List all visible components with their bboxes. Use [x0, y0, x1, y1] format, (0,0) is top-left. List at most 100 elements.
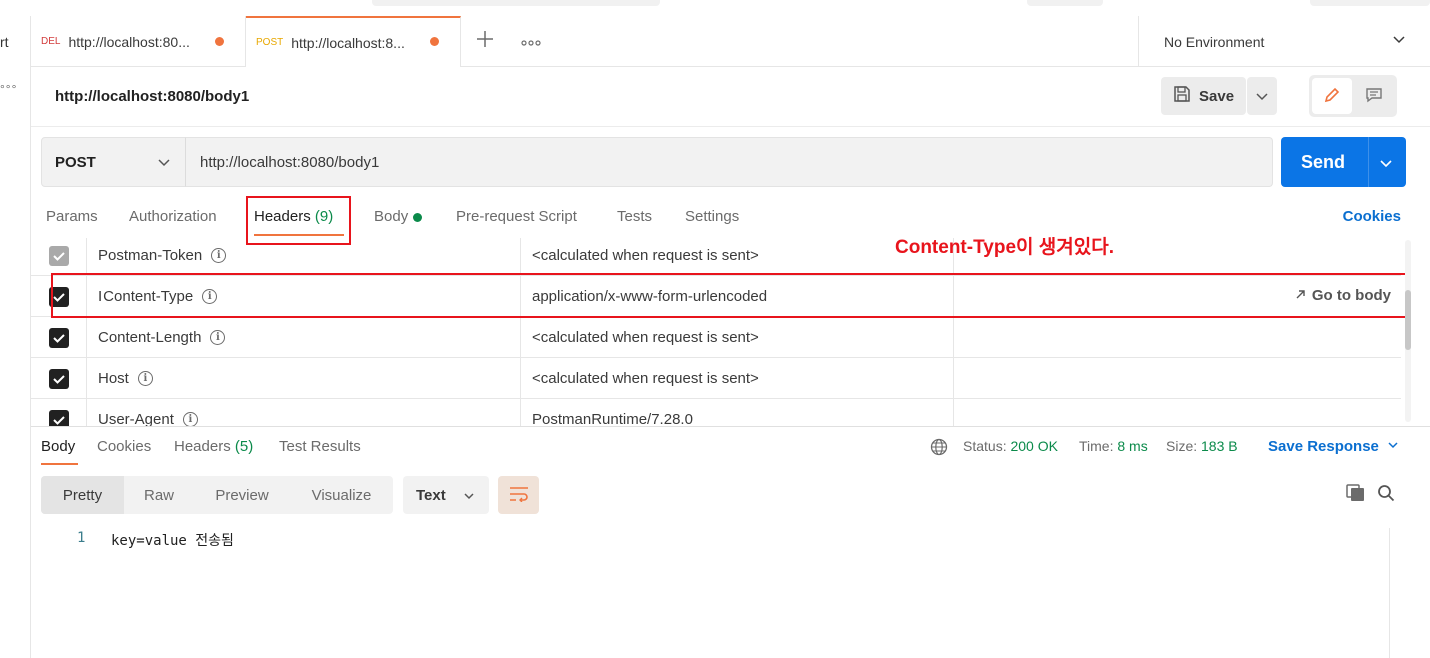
environment-selector[interactable]: No Environment [1138, 16, 1430, 67]
tab-delete-request[interactable]: DEL http://localhost:80... [31, 16, 246, 67]
response-tab-test-results[interactable]: Test Results [279, 438, 361, 455]
table-row: Content-Length i <calculated when request… [31, 317, 1401, 358]
method-select[interactable]: POST [41, 137, 186, 187]
chevron-down-icon [157, 155, 171, 173]
format-raw[interactable]: Raw [124, 476, 194, 514]
table-row: Postman-Token i <calculated when request … [31, 238, 1401, 276]
checkbox[interactable] [48, 409, 69, 426]
tab-method-label: DEL [41, 36, 61, 47]
headers-scrollbar[interactable] [1405, 240, 1411, 422]
more-dots-icon[interactable]: °°° [0, 82, 17, 96]
table-row: User-Agent i PostmanRuntime/7.28.0 [31, 399, 1401, 426]
save-response-button[interactable]: Save Response [1268, 438, 1399, 455]
copy-icon[interactable] [1346, 484, 1366, 505]
sidebar: rt °°° [0, 16, 31, 658]
scrollbar-thumb[interactable] [1405, 290, 1411, 350]
globe-icon[interactable] [930, 438, 948, 459]
response-tab-body[interactable]: Body [41, 438, 75, 455]
line-text[interactable]: key=value 전송됨 [111, 530, 234, 550]
response-scrollbar[interactable] [1389, 528, 1406, 658]
comment-icon [1365, 86, 1383, 107]
save-button[interactable]: Save [1161, 77, 1246, 115]
status-indicator: Status: 200 OK [963, 438, 1058, 454]
tab-body[interactable]: Body [374, 208, 423, 225]
info-icon[interactable]: i [137, 371, 153, 386]
format-visualize[interactable]: Visualize [290, 476, 393, 514]
tab-url-label: http://localhost:8... [291, 34, 405, 51]
format-preview[interactable]: Preview [194, 476, 290, 514]
headers-table: Postman-Token i <calculated when request … [31, 238, 1401, 426]
unsaved-dot-icon [430, 37, 439, 46]
checkbox[interactable] [48, 245, 69, 266]
header-value: <calculated when request is sent> [532, 370, 759, 387]
save-icon [1173, 85, 1191, 107]
method-value: POST [55, 153, 96, 171]
header-description-cell[interactable] [954, 358, 1401, 399]
request-title[interactable]: http://localhost:8080/body1 [55, 88, 249, 105]
response-tab-cookies[interactable]: Cookies [97, 438, 151, 455]
cookies-link[interactable]: Cookies [1343, 208, 1401, 225]
info-icon[interactable]: i [210, 330, 226, 345]
time-indicator: Time: 8 ms [1079, 438, 1148, 454]
save-dropdown-button[interactable] [1247, 77, 1277, 115]
tab-params[interactable]: Params [46, 208, 98, 225]
response-tabs: Body Cookies Headers (5) Test Results St… [31, 426, 1430, 466]
tab-method-label: POST [256, 37, 284, 48]
send-label: Send [1301, 151, 1346, 172]
header-value: <calculated when request is sent> [532, 329, 759, 346]
annotation-text: Content-Type이 생겨있다. [895, 237, 1114, 258]
header-description-cell[interactable] [954, 317, 1401, 358]
active-tab-underline [41, 463, 78, 465]
checkbox[interactable] [48, 327, 69, 348]
tab-post-request[interactable]: POST http://localhost:8... [246, 16, 461, 67]
search-icon[interactable] [1377, 484, 1395, 505]
send-button[interactable]: Send [1281, 137, 1406, 187]
header-key: Content-Length [98, 329, 202, 346]
url-value: http://localhost:8080/body1 [200, 153, 380, 171]
more-dots-icon[interactable] [521, 34, 541, 50]
top-strip [0, 0, 1430, 16]
response-headers-count: (5) [234, 438, 254, 455]
header-key: Host [98, 370, 129, 387]
tab-authorization[interactable]: Authorization [129, 208, 217, 225]
edit-mode-button[interactable] [1312, 78, 1352, 114]
highlight-box-content-type-row [51, 273, 1407, 318]
language-select[interactable]: Text [403, 476, 489, 514]
chevron-down-icon [1255, 89, 1269, 106]
size-label: Size: [1166, 438, 1198, 454]
view-mode-toggle [1309, 75, 1397, 117]
format-toggle-group: Pretty Raw Preview Visualize [41, 476, 393, 514]
size-indicator: Size: 183 B [1166, 438, 1238, 454]
header-key: Postman-Token [98, 247, 203, 264]
plus-icon[interactable] [476, 28, 494, 54]
tab-settings[interactable]: Settings [685, 208, 739, 225]
chevron-down-icon[interactable] [1379, 154, 1393, 175]
url-input[interactable]: http://localhost:8080/body1 [185, 137, 1273, 187]
unsaved-dot-icon [215, 37, 224, 46]
status-value: 200 OK [1010, 438, 1058, 454]
tab-pre-request-script[interactable]: Pre-request Script [456, 208, 577, 225]
format-pretty[interactable]: Pretty [41, 476, 124, 514]
save-label: Save [1199, 87, 1235, 105]
language-value: Text [416, 486, 446, 504]
response-tab-headers-label: Headers [174, 438, 231, 455]
checkbox[interactable] [48, 368, 69, 389]
response-tab-headers[interactable]: Headers (5) [174, 438, 253, 455]
time-value: 8 ms [1117, 438, 1148, 454]
comments-mode-button[interactable] [1354, 78, 1394, 114]
info-icon[interactable]: i [182, 412, 198, 426]
save-response-label: Save Response [1268, 438, 1379, 455]
toolbar-remnant [1310, 0, 1430, 6]
info-icon[interactable]: i [211, 248, 227, 263]
search-bar-remnant [372, 0, 660, 6]
wrap-lines-icon [509, 486, 529, 505]
header-description-cell[interactable] [954, 399, 1401, 426]
toolbar-remnant [1027, 0, 1103, 6]
sidebar-fragment-label[interactable]: rt [0, 34, 9, 50]
header-value: PostmanRuntime/7.28.0 [532, 411, 693, 426]
tab-tests[interactable]: Tests [617, 208, 652, 225]
chevron-down-icon [1392, 32, 1406, 49]
wrap-lines-button[interactable] [498, 476, 539, 514]
header-value: <calculated when request is sent> [532, 247, 759, 264]
send-separator [1368, 137, 1369, 187]
